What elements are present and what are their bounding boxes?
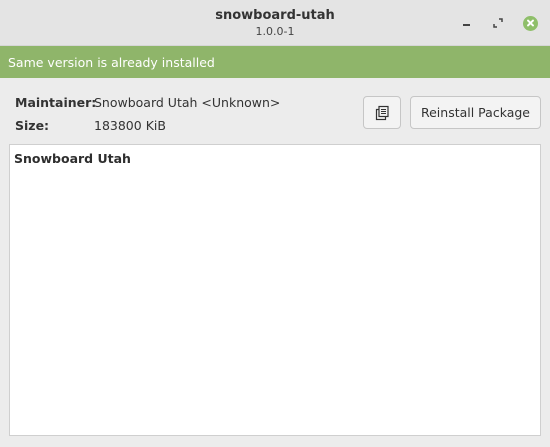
title-bar[interactable]: snowboard-utah 1.0.0-1 bbox=[0, 0, 550, 46]
package-installer-window: snowboard-utah 1.0.0-1 Same version is a… bbox=[0, 0, 550, 447]
maximize-icon bbox=[493, 18, 503, 28]
minimize-button[interactable] bbox=[457, 14, 475, 32]
maximize-button[interactable] bbox=[489, 14, 507, 32]
size-value: 183800 KiB bbox=[94, 118, 166, 133]
description-panel[interactable]: Snowboard Utah bbox=[9, 144, 541, 436]
copy-icon bbox=[375, 105, 389, 120]
close-button[interactable] bbox=[521, 14, 539, 32]
reinstall-package-button[interactable]: Reinstall Package bbox=[410, 96, 541, 129]
description-title: Snowboard Utah bbox=[14, 151, 131, 166]
close-icon bbox=[522, 15, 538, 31]
infobar-message: Same version is already installed bbox=[8, 55, 215, 70]
maintainer-value: Snowboard Utah <Unknown> bbox=[94, 95, 281, 110]
minimize-icon bbox=[462, 24, 470, 26]
maintainer-label: Maintainer: bbox=[15, 95, 97, 110]
status-infobar: Same version is already installed bbox=[0, 46, 550, 78]
copy-button[interactable] bbox=[363, 96, 401, 129]
size-label: Size: bbox=[15, 118, 50, 133]
